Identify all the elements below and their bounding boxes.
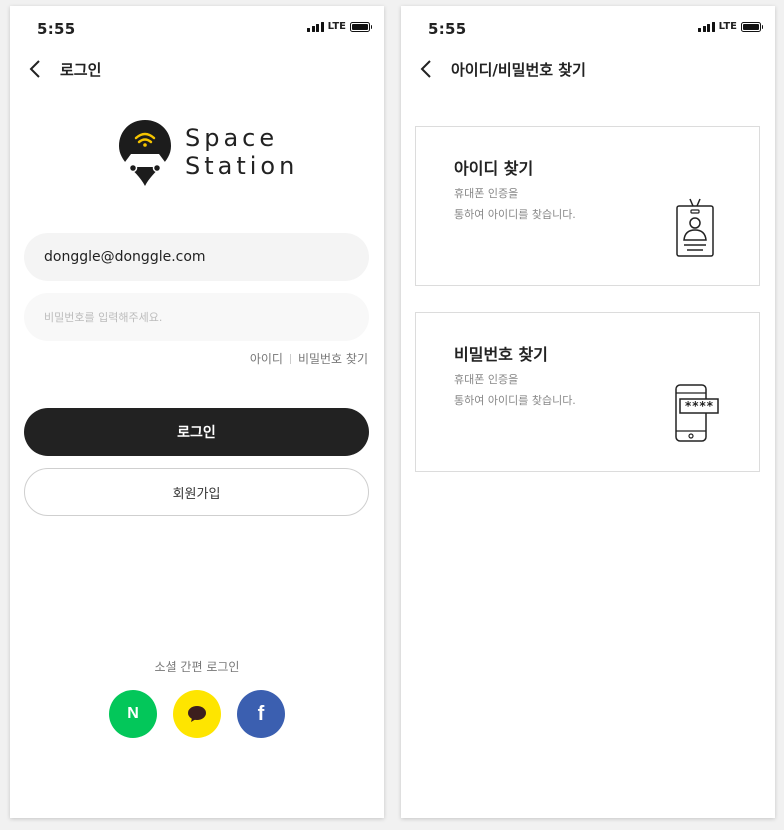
naver-login-button[interactable]: N bbox=[109, 690, 157, 738]
logo-mark-icon bbox=[119, 120, 171, 186]
logo-line-2: Station bbox=[185, 152, 299, 180]
card-description-line: 통하여 아이디를 찾습니다. bbox=[454, 208, 576, 221]
status-indicators: LTE bbox=[698, 21, 763, 32]
status-bar: 5:55 LTE bbox=[401, 6, 775, 52]
status-time: 5:55 bbox=[37, 20, 76, 38]
id-badge-icon bbox=[676, 198, 714, 257]
find-id-link[interactable]: 아이디 bbox=[250, 350, 283, 367]
signup-button[interactable]: 회원가입 bbox=[24, 468, 369, 516]
social-login-buttons: N f bbox=[109, 690, 285, 738]
login-screen: 5:55 LTE 로그인 Space Station donggle@dongg… bbox=[10, 6, 384, 818]
login-button[interactable]: 로그인 bbox=[24, 408, 369, 456]
status-indicators: LTE bbox=[307, 21, 372, 32]
find-id-card[interactable]: 아이디 찾기 휴대폰 인증을 통하여 아이디를 찾습니다. bbox=[415, 126, 760, 286]
network-label: LTE bbox=[327, 21, 346, 32]
find-header: 아이디/비밀번호 찾기 bbox=[401, 54, 775, 84]
card-description-line: 휴대폰 인증을 bbox=[454, 187, 519, 200]
find-account-screen: 5:55 LTE 아이디/비밀번호 찾기 아이디 찾기 휴대폰 인증을 통하여 … bbox=[401, 6, 775, 818]
chevron-left-icon bbox=[29, 60, 40, 78]
find-account-links: 아이디 비밀번호 찾기 bbox=[250, 350, 368, 367]
password-mask-text: **** bbox=[685, 399, 714, 413]
page-title: 로그인 bbox=[60, 60, 102, 79]
logo-line-1: Space bbox=[185, 124, 279, 152]
status-bar: 5:55 LTE bbox=[10, 6, 384, 52]
card-description-line: 통하여 아이디를 찾습니다. bbox=[454, 394, 576, 407]
kakao-chat-icon bbox=[188, 706, 206, 722]
phone-password-icon: **** bbox=[675, 384, 719, 442]
logo-text: Space Station bbox=[185, 124, 298, 180]
chevron-left-icon bbox=[420, 60, 431, 78]
find-password-link[interactable]: 비밀번호 찾기 bbox=[298, 350, 368, 367]
signal-icon bbox=[698, 21, 715, 32]
card-description-line: 휴대폰 인증을 bbox=[454, 373, 519, 386]
space-station-logo: Space Station bbox=[117, 118, 294, 190]
battery-icon bbox=[350, 21, 372, 32]
page-title: 아이디/비밀번호 찾기 bbox=[451, 60, 586, 79]
status-time: 5:55 bbox=[428, 20, 467, 38]
card-description: 휴대폰 인증을 통하여 아이디를 찾습니다. bbox=[454, 183, 576, 225]
facebook-icon: f bbox=[257, 702, 265, 725]
back-button[interactable] bbox=[401, 54, 451, 84]
find-password-card[interactable]: 비밀번호 찾기 휴대폰 인증을 통하여 아이디를 찾습니다. **** bbox=[415, 312, 760, 472]
facebook-login-button[interactable]: f bbox=[237, 690, 285, 738]
card-title: 비밀번호 찾기 bbox=[454, 345, 548, 364]
battery-icon bbox=[741, 21, 763, 32]
card-title: 아이디 찾기 bbox=[454, 159, 534, 178]
back-button[interactable] bbox=[10, 54, 60, 84]
social-login-label: 소셜 간편 로그인 bbox=[154, 660, 240, 674]
network-label: LTE bbox=[718, 21, 737, 32]
naver-icon: N bbox=[127, 705, 139, 722]
signal-icon bbox=[307, 21, 324, 32]
card-description: 휴대폰 인증을 통하여 아이디를 찾습니다. bbox=[454, 369, 576, 411]
divider bbox=[289, 353, 291, 364]
kakao-login-button[interactable] bbox=[173, 690, 221, 738]
login-header: 로그인 bbox=[10, 54, 384, 84]
password-input[interactable] bbox=[24, 293, 369, 341]
id-input[interactable] bbox=[24, 233, 369, 281]
